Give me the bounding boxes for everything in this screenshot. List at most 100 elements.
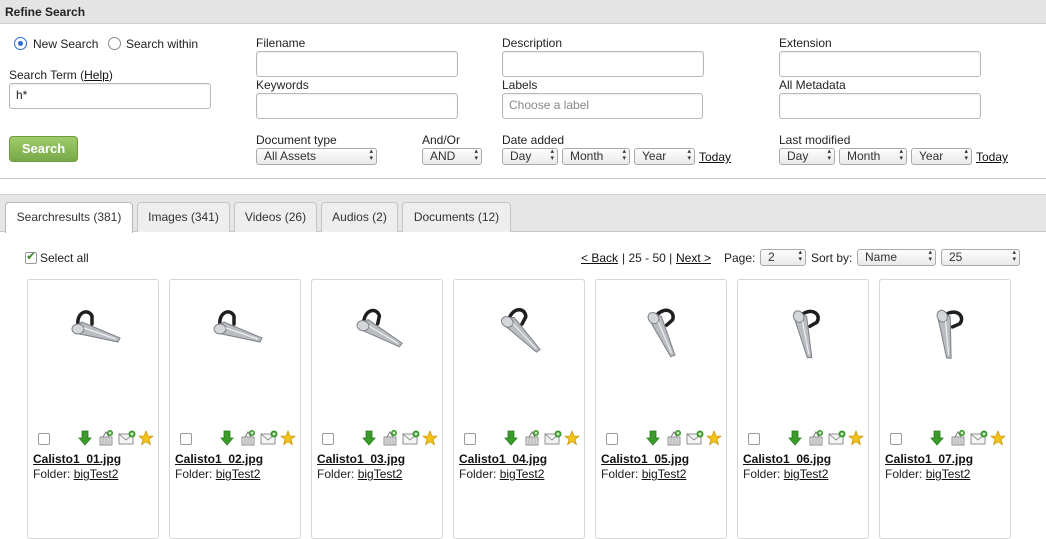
help-link[interactable]: Help xyxy=(84,68,109,82)
asset-filename-link[interactable]: Calisto1_03.jpg xyxy=(317,452,405,466)
email-icon[interactable] xyxy=(118,430,136,449)
page-select[interactable]: 2 xyxy=(760,249,806,266)
next-link[interactable]: Next > xyxy=(676,251,711,265)
asset-filename-link[interactable]: Calisto1_04.jpg xyxy=(459,452,547,466)
download-icon[interactable] xyxy=(504,430,518,449)
date-added-today-link[interactable]: Today xyxy=(699,150,731,164)
favorite-star-icon[interactable] xyxy=(137,429,155,449)
asset-select-checkbox[interactable] xyxy=(464,433,476,445)
and-or-select[interactable]: AND xyxy=(422,148,482,165)
asset-folder-link[interactable]: bigTest2 xyxy=(74,467,119,481)
filename-input[interactable] xyxy=(256,51,458,77)
keywords-input[interactable] xyxy=(256,93,458,119)
asset-card[interactable]: Calisto1_02.jpg Folder: bigTest2 xyxy=(169,279,301,539)
asset-card[interactable]: Calisto1_04.jpg Folder: bigTest2 xyxy=(453,279,585,539)
tab-images[interactable]: Images (341) xyxy=(137,202,230,232)
email-icon[interactable] xyxy=(686,430,704,449)
asset-card[interactable]: Calisto1_03.jpg Folder: bigTest2 xyxy=(311,279,443,539)
add-to-basket-icon[interactable] xyxy=(382,430,398,449)
document-type-select[interactable]: All Assets xyxy=(256,148,377,165)
search-within-radio[interactable] xyxy=(108,37,121,50)
headset-thumbnail[interactable] xyxy=(484,292,556,372)
add-to-basket-icon[interactable] xyxy=(808,430,824,449)
per-page-select[interactable]: 25 xyxy=(941,249,1020,266)
all-metadata-input[interactable] xyxy=(779,93,981,119)
asset-select-checkbox[interactable] xyxy=(322,433,334,445)
asset-select-checkbox[interactable] xyxy=(180,433,192,445)
email-icon[interactable] xyxy=(402,430,420,449)
date-added-month-select[interactable]: Month xyxy=(562,148,630,165)
labels-input[interactable]: Choose a label xyxy=(502,93,703,119)
favorite-star-icon[interactable] xyxy=(847,429,865,449)
asset-folder-link[interactable]: bigTest2 xyxy=(784,467,829,481)
tab-videos[interactable]: Videos (26) xyxy=(234,202,317,232)
asset-filename-link[interactable]: Calisto1_06.jpg xyxy=(743,452,831,466)
add-to-basket-icon[interactable] xyxy=(98,430,114,449)
asset-select-checkbox[interactable] xyxy=(890,433,902,445)
favorite-star-icon[interactable] xyxy=(421,429,439,449)
new-search-radio[interactable] xyxy=(14,37,27,50)
asset-card[interactable]: Calisto1_06.jpg Folder: bigTest2 xyxy=(737,279,869,539)
download-icon[interactable] xyxy=(788,430,802,449)
last-modified-year-select[interactable]: Year xyxy=(911,148,972,165)
sort-by-select[interactable]: Name xyxy=(857,249,936,266)
favorite-star-icon[interactable] xyxy=(563,429,581,449)
last-modified-month-select[interactable]: Month xyxy=(839,148,907,165)
date-added-year-select[interactable]: Year xyxy=(634,148,695,165)
tab-searchresults[interactable]: Searchresults (381) xyxy=(5,202,133,233)
date-added-day-select[interactable]: Day xyxy=(502,148,558,165)
asset-folder-link[interactable]: bigTest2 xyxy=(216,467,261,481)
asset-select-checkbox[interactable] xyxy=(38,433,50,445)
asset-folder-link[interactable]: bigTest2 xyxy=(926,467,971,481)
download-icon[interactable] xyxy=(220,430,234,449)
add-to-basket-icon[interactable] xyxy=(240,430,256,449)
asset-folder-link[interactable]: bigTest2 xyxy=(358,467,403,481)
select-all-checkbox[interactable] xyxy=(25,249,37,264)
asset-folder: Folder: bigTest2 xyxy=(33,467,119,481)
email-icon[interactable] xyxy=(260,430,278,449)
add-to-basket-icon[interactable] xyxy=(950,430,966,449)
last-modified-today-link[interactable]: Today xyxy=(976,150,1008,164)
favorite-star-icon[interactable] xyxy=(705,429,723,449)
headset-thumbnail[interactable] xyxy=(626,292,698,372)
email-icon[interactable] xyxy=(828,430,846,449)
asset-select-checkbox[interactable] xyxy=(606,433,618,445)
asset-card[interactable]: Calisto1_01.jpg Folder: bigTest2 xyxy=(27,279,159,539)
download-icon[interactable] xyxy=(930,430,944,449)
favorite-star-icon[interactable] xyxy=(989,429,1007,449)
asset-filename-link[interactable]: Calisto1_02.jpg xyxy=(175,452,263,466)
download-icon[interactable] xyxy=(362,430,376,449)
asset-filename-link[interactable]: Calisto1_07.jpg xyxy=(885,452,973,466)
asset-card[interactable]: Calisto1_07.jpg Folder: bigTest2 xyxy=(879,279,1011,539)
select-all-label[interactable]: Select all xyxy=(40,251,89,265)
favorite-star-icon[interactable] xyxy=(279,429,297,449)
headset-thumbnail[interactable] xyxy=(910,292,982,372)
asset-filename-link[interactable]: Calisto1_05.jpg xyxy=(601,452,689,466)
email-icon[interactable] xyxy=(970,430,988,449)
email-icon[interactable] xyxy=(544,430,562,449)
headset-thumbnail[interactable] xyxy=(342,292,414,372)
back-link[interactable]: < Back xyxy=(581,251,618,265)
last-modified-day-select[interactable]: Day xyxy=(779,148,835,165)
headset-thumbnail[interactable] xyxy=(200,292,272,372)
search-within-label[interactable]: Search within xyxy=(126,37,198,51)
search-term-input[interactable]: h* xyxy=(9,83,211,109)
description-label: Description xyxy=(502,36,563,50)
tab-documents[interactable]: Documents (12) xyxy=(402,202,511,232)
tab-audios[interactable]: Audios (2) xyxy=(321,202,398,232)
download-icon[interactable] xyxy=(646,430,660,449)
headset-thumbnail[interactable] xyxy=(768,292,840,372)
download-icon[interactable] xyxy=(78,430,92,449)
add-to-basket-icon[interactable] xyxy=(666,430,682,449)
search-button[interactable]: Search xyxy=(9,136,78,162)
asset-filename-link[interactable]: Calisto1_01.jpg xyxy=(33,452,121,466)
asset-select-checkbox[interactable] xyxy=(748,433,760,445)
asset-folder-link[interactable]: bigTest2 xyxy=(500,467,545,481)
add-to-basket-icon[interactable] xyxy=(524,430,540,449)
headset-thumbnail[interactable] xyxy=(58,292,130,372)
new-search-label[interactable]: New Search xyxy=(33,37,98,51)
extension-input[interactable] xyxy=(779,51,981,77)
asset-folder-link[interactable]: bigTest2 xyxy=(642,467,687,481)
description-input[interactable] xyxy=(502,51,704,77)
asset-card[interactable]: Calisto1_05.jpg Folder: bigTest2 xyxy=(595,279,727,539)
